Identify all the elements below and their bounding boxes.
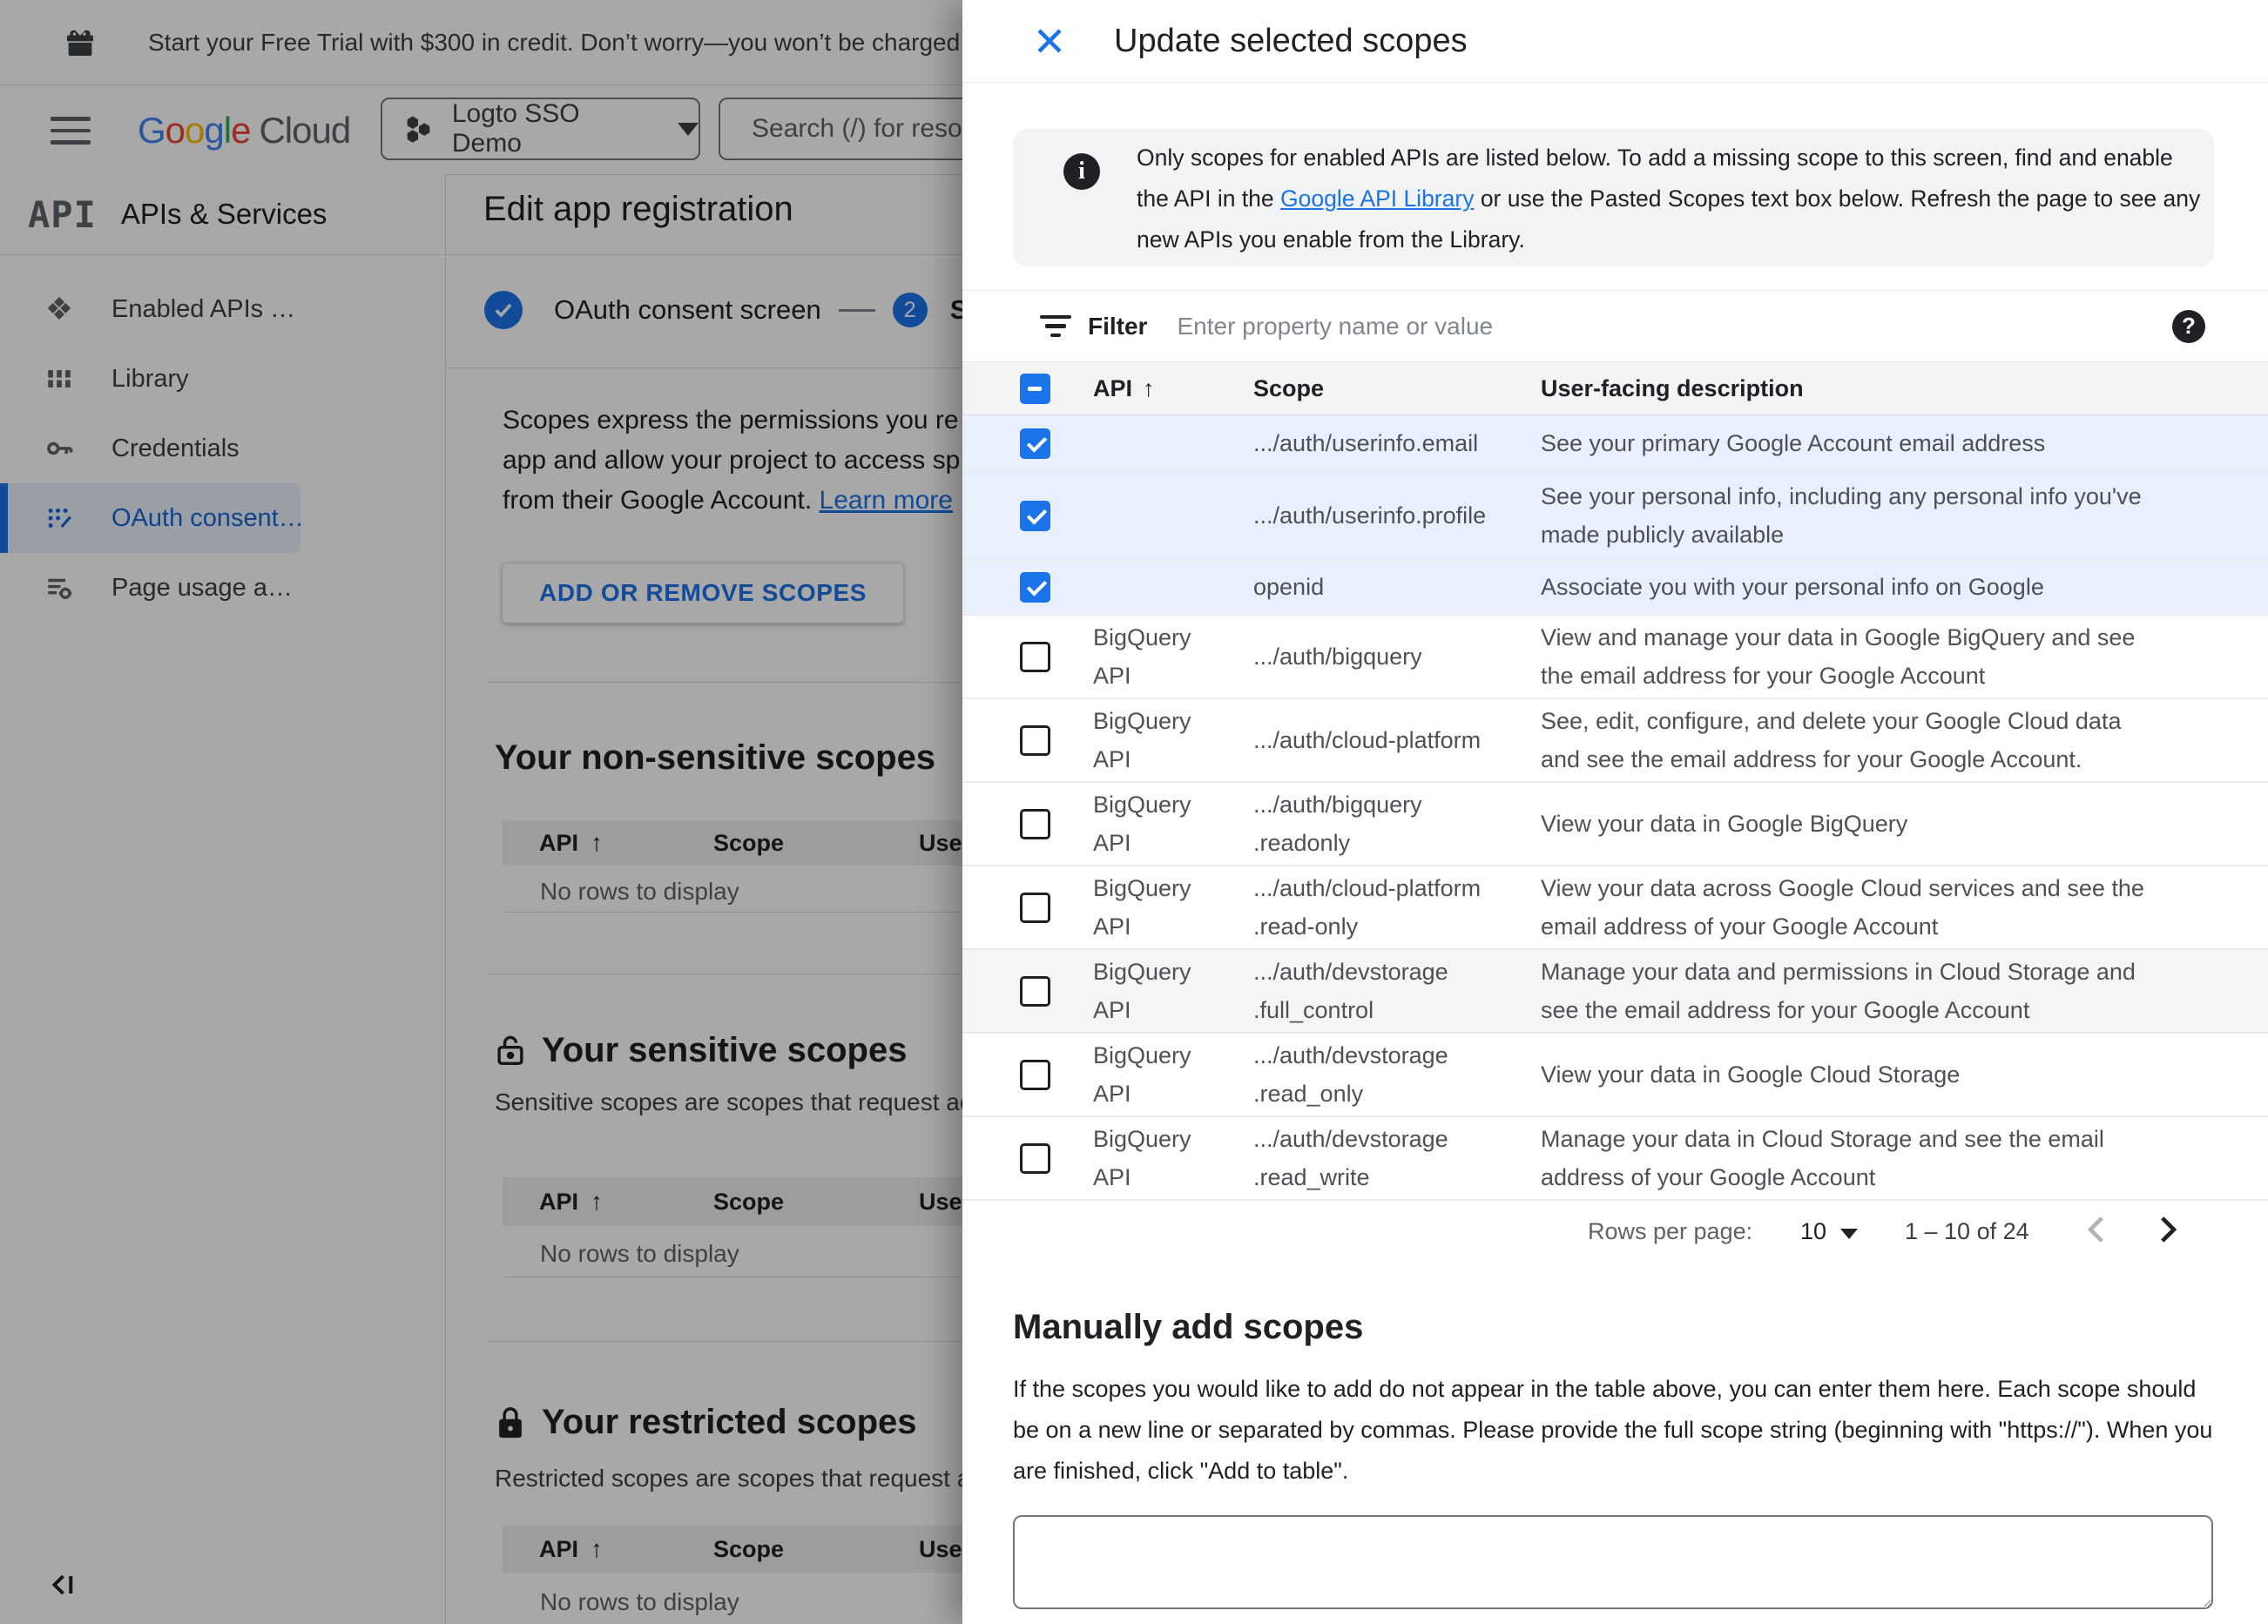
next-page-icon[interactable]	[2149, 1211, 2185, 1248]
row-checkbox[interactable]	[1020, 571, 1050, 603]
table-row[interactable]: BigQuery API .../auth/cloud-platform .re…	[962, 866, 2268, 950]
pagination: Rows per page: 10 1 – 10 of 24	[962, 1201, 2268, 1262]
info-banner: i Only scopes for enabled APIs are liste…	[1013, 129, 2214, 266]
panel-header: Update selected scopes	[962, 0, 2268, 83]
table-row[interactable]: BigQuery API .../auth/bigquery View and …	[962, 616, 2268, 699]
table-row[interactable]: BigQuery API .../auth/bigquery .readonly…	[962, 783, 2268, 866]
table-row[interactable]: BigQuery API .../auth/cloud-platform See…	[962, 699, 2268, 783]
filter-bar[interactable]: Filter Enter property name or value ?	[962, 291, 2268, 361]
help-icon[interactable]: ?	[2172, 309, 2205, 343]
filter-icon	[1039, 313, 1072, 340]
row-checkbox[interactable]	[1020, 428, 1050, 459]
manual-scopes-textarea[interactable]	[1013, 1515, 2213, 1609]
pagination-range: 1 – 10 of 24	[1905, 1218, 2029, 1244]
row-checkbox[interactable]	[1020, 808, 1050, 839]
info-line-1: Only scopes for enabled APIs are listed …	[1137, 145, 2173, 171]
table-row[interactable]: BigQuery API .../auth/devstorage .read_w…	[962, 1117, 2268, 1201]
google-cloud-console: Start your Free Trial with $300 in credi…	[0, 0, 2268, 1624]
row-checkbox[interactable]	[1020, 1142, 1050, 1174]
chevron-down-icon	[1840, 1228, 1859, 1239]
info-icon: i	[1063, 153, 1100, 190]
close-icon[interactable]	[1034, 25, 1065, 57]
column-api[interactable]: API ↑	[1093, 375, 1253, 402]
row-checkbox[interactable]	[1020, 975, 1050, 1007]
filter-label: Filter	[1088, 312, 1148, 340]
select-all-checkbox[interactable]	[1020, 373, 1050, 404]
info-line-3: new APIs you enable from the Library.	[1137, 226, 1525, 253]
column-scope[interactable]: Scope	[1253, 375, 1541, 402]
scopes-table-body: .../auth/userinfo.email See your primary…	[962, 415, 2268, 1201]
update-scopes-panel: Update selected scopes i Only scopes for…	[962, 0, 2268, 1624]
google-api-library-link[interactable]: Google API Library	[1280, 185, 1474, 212]
table-row[interactable]: BigQuery API .../auth/devstorage .read_o…	[962, 1034, 2268, 1117]
table-row[interactable]: .../auth/userinfo.email See your primary…	[962, 415, 2268, 473]
manually-add-scopes-description: If the scopes you would like to add do n…	[1013, 1376, 2213, 1484]
table-row[interactable]: BigQuery API .../auth/devstorage .full_c…	[962, 950, 2268, 1034]
scopes-table-header: API ↑ Scope User-facing description	[962, 361, 2268, 415]
sort-asc-icon: ↑	[1143, 374, 1155, 401]
row-checkbox[interactable]	[1020, 892, 1050, 923]
row-checkbox[interactable]	[1020, 500, 1050, 531]
manually-add-scopes-heading: Manually add scopes	[1013, 1308, 1364, 1346]
row-checkbox[interactable]	[1020, 1059, 1050, 1090]
table-row[interactable]: openid Associate you with your personal …	[962, 560, 2268, 616]
rows-per-page-label: Rows per page:	[1588, 1218, 1753, 1244]
row-checkbox[interactable]	[1020, 724, 1050, 756]
panel-title: Update selected scopes	[1114, 22, 1468, 59]
table-row[interactable]: .../auth/userinfo.profile See your perso…	[962, 473, 2268, 560]
row-checkbox[interactable]	[1020, 641, 1050, 672]
column-description[interactable]: User-facing description	[1541, 375, 2156, 402]
rows-per-page-select[interactable]: 10	[1800, 1218, 1859, 1245]
info-line-2: the API in the Google API Library or use…	[1137, 185, 2201, 212]
filter-placeholder: Enter property name or value	[1177, 312, 1494, 340]
previous-page-icon[interactable]	[2079, 1211, 2116, 1248]
